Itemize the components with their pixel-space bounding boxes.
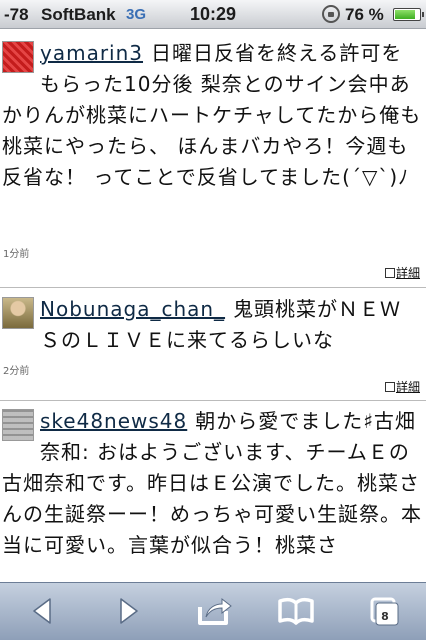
tweet-item[interactable]: yamarin3 日曜日反省を終える許可をもらった10分後 梨奈とのサイン会中あか… [0, 30, 426, 288]
battery-percent: 76 % [345, 5, 384, 24]
detail-link[interactable]: 詳細 [384, 264, 420, 281]
tweet-item[interactable]: Nobunaga_chan_ 鬼頭桃菜がＮＥＷＳのＬＩＶＥに来てるらしいな 2分前… [0, 288, 426, 401]
detail-link[interactable]: 詳細 [384, 378, 420, 395]
tab-count: 8 [381, 610, 389, 623]
username-link[interactable]: ske48news48 [40, 409, 187, 433]
back-arrow-icon [33, 598, 51, 624]
back-button[interactable] [13, 591, 73, 633]
checkbox-icon [384, 268, 395, 278]
username-link[interactable]: Nobunaga_chan_ [40, 297, 225, 321]
tweet-item[interactable]: ske48news48 朝から愛でました♯古畑奈和: おはようございます、チームＥ… [0, 401, 426, 582]
tweet-body: yamarin3 日曜日反省を終える許可をもらった10分後 梨奈とのサイン会中あか… [2, 38, 422, 193]
share-button[interactable] [184, 591, 244, 633]
browser-toolbar: 8 [0, 582, 426, 640]
tabs-button[interactable]: 8 [352, 591, 412, 633]
username-link[interactable]: yamarin3 [40, 41, 143, 65]
checkbox-icon [384, 382, 395, 392]
tweet-body: ske48news48 朝から愛でました♯古畑奈和: おはようございます、チームＥ… [2, 406, 422, 561]
battery-icon [393, 8, 424, 21]
avatar[interactable] [2, 41, 34, 73]
forward-arrow-icon [120, 598, 138, 624]
avatar[interactable] [2, 297, 34, 329]
bookmarks-icon [278, 597, 314, 625]
bookmarks-button[interactable] [266, 591, 326, 633]
tweet-timestamp: 2分前 [3, 366, 30, 377]
forward-button[interactable] [98, 591, 158, 633]
avatar[interactable] [2, 409, 34, 441]
share-icon [198, 597, 232, 625]
tweet-feed[interactable]: yamarin3 日曜日反省を終える許可をもらった10分後 梨奈とのサイン会中あか… [0, 30, 426, 582]
rotation-lock-icon [322, 5, 340, 23]
tweet-timestamp: 1分前 [3, 249, 30, 260]
battery-fill [395, 10, 415, 19]
status-bar: -78 SoftBank 3G 10:29 76 % [0, 0, 426, 29]
tweet-body: Nobunaga_chan_ 鬼頭桃菜がＮＥＷＳのＬＩＶＥに来てるらしいな [2, 294, 422, 356]
